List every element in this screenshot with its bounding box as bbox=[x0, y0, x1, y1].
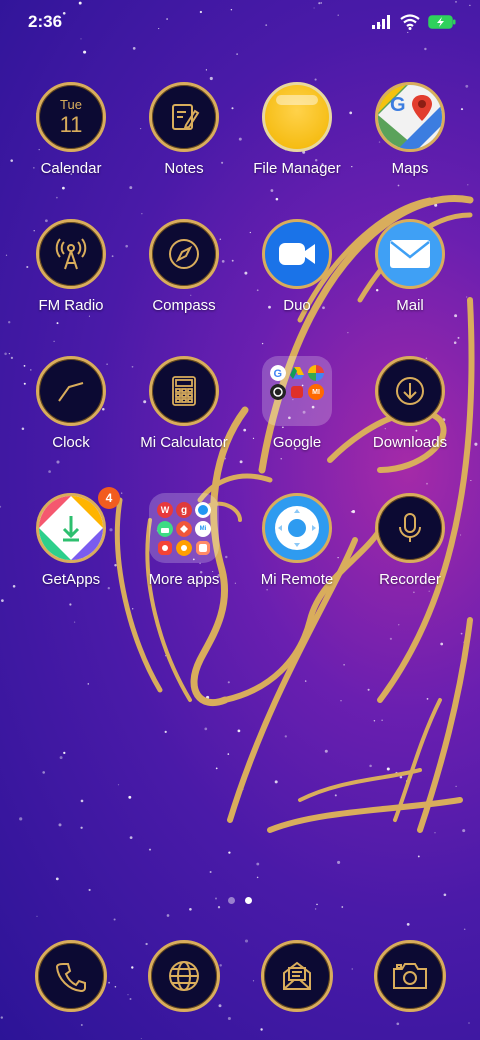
app-label: More apps bbox=[148, 571, 220, 588]
app-label: Compass bbox=[152, 297, 216, 314]
status-time: 2:36 bbox=[28, 12, 63, 31]
download-icon bbox=[375, 356, 445, 426]
notification-badge: 4 bbox=[98, 487, 120, 509]
dock-messaging[interactable] bbox=[261, 940, 333, 1012]
calendar-day: Tue bbox=[60, 97, 82, 112]
gallery-app-icon bbox=[158, 541, 172, 555]
app-label: Calendar bbox=[40, 160, 102, 177]
radio-tower-icon bbox=[36, 219, 106, 289]
g-app-icon: g bbox=[176, 502, 192, 518]
remote-icon bbox=[262, 493, 332, 563]
calculator-icon bbox=[149, 356, 219, 426]
app-label: GetApps bbox=[41, 571, 101, 588]
android-app-icon bbox=[157, 521, 173, 537]
status-bar: 2:36 bbox=[0, 0, 480, 44]
app-mail[interactable]: Mail bbox=[353, 219, 467, 339]
mi-app-text: MI bbox=[312, 388, 320, 396]
svg-text:G: G bbox=[390, 94, 406, 116]
app-mi-calculator[interactable]: Mi Calculator bbox=[127, 356, 241, 476]
app-label: Clock bbox=[52, 434, 90, 451]
app-label: Mail bbox=[396, 297, 424, 314]
app-more-apps-folder[interactable]: W g Mi More apps bbox=[127, 493, 241, 613]
phone-icon bbox=[35, 940, 107, 1012]
svg-text:G: G bbox=[274, 368, 283, 380]
google-drive-icon bbox=[290, 367, 304, 379]
page-dot-2-active[interactable] bbox=[245, 897, 252, 904]
purple-app-icon bbox=[196, 541, 210, 555]
app-file-manager[interactable]: File Manager bbox=[240, 82, 354, 202]
message-icon bbox=[261, 940, 333, 1012]
app-getapps[interactable]: 4 GetApps bbox=[14, 487, 128, 613]
app-google-folder[interactable]: G MI Google bbox=[240, 356, 354, 476]
google-g-icon: G bbox=[270, 365, 286, 381]
envelope-icon bbox=[375, 219, 445, 289]
camera-icon bbox=[374, 940, 446, 1012]
microphone-icon bbox=[375, 493, 445, 563]
wps-text: W bbox=[160, 505, 170, 515]
app-duo[interactable]: Duo bbox=[240, 219, 354, 339]
page-dot-1[interactable] bbox=[228, 897, 235, 904]
app-label: Mi Calculator bbox=[140, 434, 228, 451]
signal-icon bbox=[372, 15, 390, 29]
video-camera-icon bbox=[262, 219, 332, 289]
google-folder-icon: G MI bbox=[262, 356, 332, 426]
status-icons bbox=[372, 14, 456, 30]
app-fm-radio[interactable]: FM Radio bbox=[14, 219, 128, 339]
app-maps[interactable]: G Maps bbox=[353, 82, 467, 202]
wifi-icon bbox=[400, 14, 420, 30]
app-label: Downloads bbox=[372, 434, 448, 451]
app-label: File Manager bbox=[253, 160, 341, 177]
dock-camera[interactable] bbox=[374, 940, 446, 1012]
clock-icon bbox=[36, 356, 106, 426]
battery-charging-icon bbox=[428, 15, 456, 29]
home-screen: 2:36 Tue 11 Calendar Notes File Manager … bbox=[0, 0, 480, 1040]
app-notes[interactable]: Notes bbox=[127, 82, 241, 202]
app-label: FM Radio bbox=[38, 297, 104, 314]
app-label: Notes bbox=[164, 160, 204, 177]
folder-icon bbox=[262, 82, 332, 152]
app-clock[interactable]: Clock bbox=[14, 356, 128, 476]
wps-icon: W bbox=[157, 502, 173, 518]
app-recorder[interactable]: Recorder bbox=[353, 493, 467, 613]
getapps-icon bbox=[36, 493, 106, 563]
app-label: Google bbox=[272, 434, 322, 451]
page-indicator bbox=[0, 897, 480, 904]
mi-chat-icon: Mi bbox=[195, 521, 211, 537]
app-compass[interactable]: Compass bbox=[127, 219, 241, 339]
calendar-date: 11 bbox=[59, 112, 83, 137]
mi-app-icon: MI bbox=[308, 384, 324, 400]
app-label: Duo bbox=[283, 297, 311, 314]
dark-app-icon bbox=[270, 384, 286, 400]
app-label: Maps bbox=[391, 160, 429, 177]
app-label: Mi Remote bbox=[260, 571, 334, 588]
dock-browser[interactable] bbox=[148, 940, 220, 1012]
google-photos-icon bbox=[308, 365, 324, 381]
app-mi-remote[interactable]: Mi Remote bbox=[240, 493, 354, 613]
notes-icon bbox=[149, 82, 219, 152]
browser-app-icon bbox=[195, 502, 211, 518]
app-calendar[interactable]: Tue 11 Calendar bbox=[14, 82, 128, 202]
calendar-icon: Tue 11 bbox=[36, 82, 106, 152]
app-downloads[interactable]: Downloads bbox=[353, 356, 467, 476]
yellow-app-icon bbox=[176, 540, 192, 556]
dock-phone[interactable] bbox=[35, 940, 107, 1012]
compass-icon bbox=[149, 219, 219, 289]
orange-app-icon bbox=[176, 521, 192, 537]
mi-chat-text: Mi bbox=[199, 526, 207, 532]
maps-icon: G bbox=[375, 82, 445, 152]
red-app-icon bbox=[291, 386, 303, 398]
app-label: Recorder bbox=[379, 571, 441, 588]
apps-folder-icon: W g Mi bbox=[149, 493, 219, 563]
g-app-text: g bbox=[180, 504, 188, 516]
globe-icon bbox=[148, 940, 220, 1012]
